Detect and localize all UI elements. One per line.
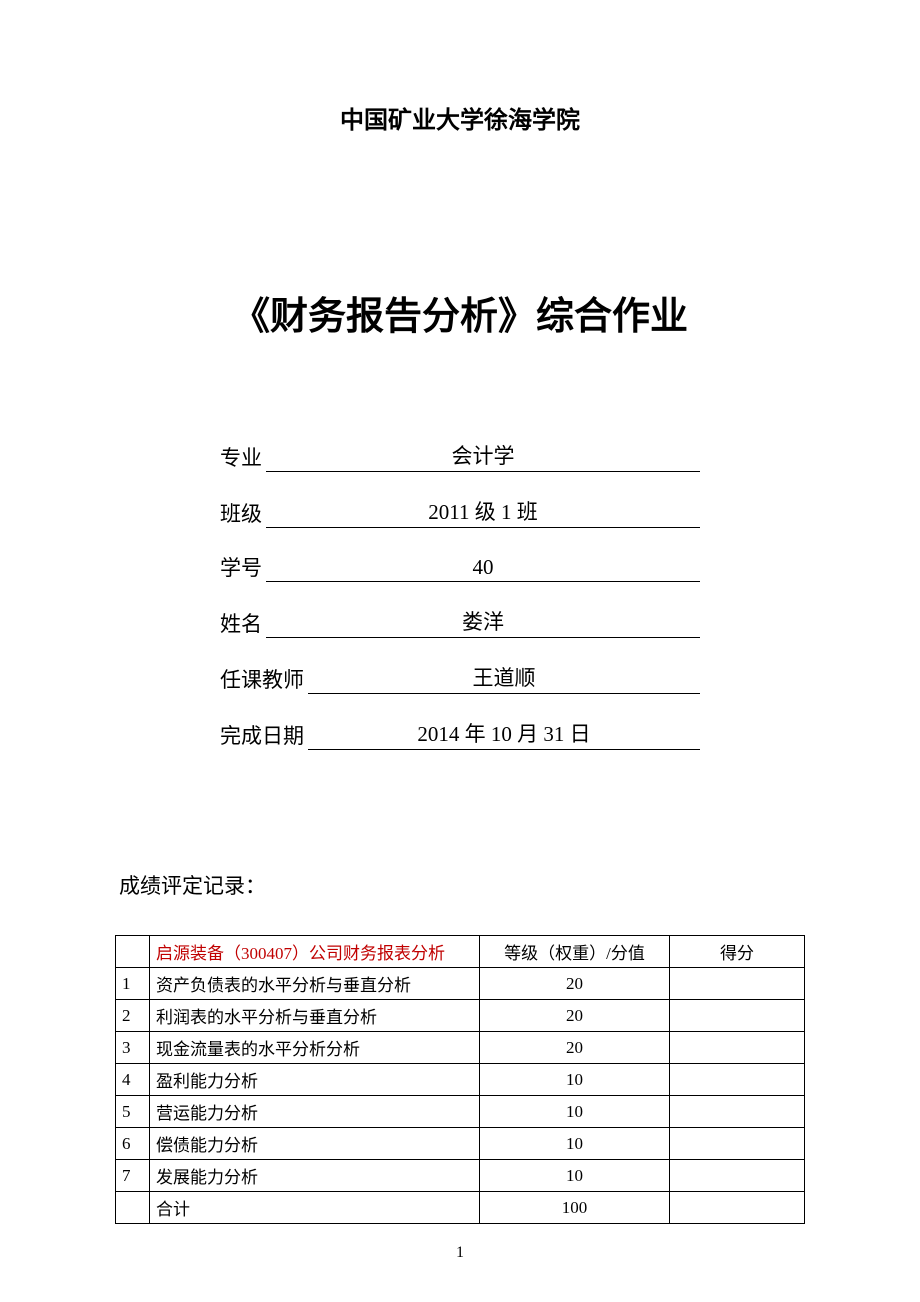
- total-score: [670, 1192, 805, 1224]
- table-row: 1资产负债表的水平分析与垂直分析20: [116, 968, 805, 1000]
- date-value: 2014 年 10 月 31 日: [417, 718, 590, 748]
- row-index: 3: [116, 1032, 150, 1064]
- row-weight: 20: [480, 1032, 670, 1064]
- studentno-value: 40: [473, 555, 494, 580]
- row-index: 5: [116, 1096, 150, 1128]
- row-weight: 20: [480, 968, 670, 1000]
- header-topic: 启源装备（300407）公司财务报表分析: [150, 936, 480, 968]
- row-weight: 10: [480, 1160, 670, 1192]
- table-row: 3现金流量表的水平分析分析20: [116, 1032, 805, 1064]
- page-number: 1: [0, 1244, 920, 1262]
- class-value: 2011 级 1 班: [428, 496, 537, 526]
- row-score: [670, 1096, 805, 1128]
- header-weight: 等级（权重）/分值: [480, 936, 670, 968]
- row-weight: 20: [480, 1000, 670, 1032]
- table-total-row: 合计100: [116, 1192, 805, 1224]
- table-header-row: 启源装备（300407）公司财务报表分析 等级（权重）/分值 得分: [116, 936, 805, 968]
- row-score: [670, 1032, 805, 1064]
- header-blank: [116, 936, 150, 968]
- major-label: 专业: [220, 442, 262, 472]
- info-row-major: 专业 会计学: [220, 440, 700, 472]
- university-name: 中国矿业大学徐海学院: [115, 100, 805, 135]
- info-row-class: 班级 2011 级 1 班: [220, 496, 700, 528]
- row-item: 利润表的水平分析与垂直分析: [150, 1000, 480, 1032]
- grading-table: 启源装备（300407）公司财务报表分析 等级（权重）/分值 得分 1资产负债表…: [115, 935, 805, 1224]
- header-score: 得分: [670, 936, 805, 968]
- document-title: 《财务报告分析》综合作业: [115, 285, 805, 340]
- teacher-value: 王道顺: [473, 662, 536, 692]
- row-score: [670, 1064, 805, 1096]
- row-index: 1: [116, 968, 150, 1000]
- info-row-name: 姓名 娄洋: [220, 606, 700, 638]
- info-row-studentno: 学号 40: [220, 552, 700, 582]
- row-score: [670, 1000, 805, 1032]
- total-label: 合计: [150, 1192, 480, 1224]
- info-row-teacher: 任课教师 王道顺: [220, 662, 700, 694]
- row-item: 发展能力分析: [150, 1160, 480, 1192]
- table-row: 2利润表的水平分析与垂直分析20: [116, 1000, 805, 1032]
- table-row: 6偿债能力分析10: [116, 1128, 805, 1160]
- table-row: 7发展能力分析10: [116, 1160, 805, 1192]
- class-label: 班级: [220, 498, 262, 528]
- major-value: 会计学: [452, 440, 515, 470]
- date-label: 完成日期: [220, 720, 304, 750]
- row-weight: 10: [480, 1096, 670, 1128]
- row-weight: 10: [480, 1064, 670, 1096]
- row-weight: 10: [480, 1128, 670, 1160]
- total-blank: [116, 1192, 150, 1224]
- row-score: [670, 1128, 805, 1160]
- name-label: 姓名: [220, 608, 262, 638]
- row-index: 4: [116, 1064, 150, 1096]
- row-item: 营运能力分析: [150, 1096, 480, 1128]
- name-value: 娄洋: [462, 606, 504, 636]
- row-index: 6: [116, 1128, 150, 1160]
- row-item: 盈利能力分析: [150, 1064, 480, 1096]
- total-weight: 100: [480, 1192, 670, 1224]
- row-score: [670, 968, 805, 1000]
- studentno-label: 学号: [220, 552, 262, 582]
- row-index: 7: [116, 1160, 150, 1192]
- table-row: 4盈利能力分析10: [116, 1064, 805, 1096]
- grading-heading: 成绩评定记录：: [119, 870, 805, 900]
- teacher-label: 任课教师: [220, 664, 304, 694]
- info-row-date: 完成日期 2014 年 10 月 31 日: [220, 718, 700, 750]
- row-score: [670, 1160, 805, 1192]
- row-index: 2: [116, 1000, 150, 1032]
- table-row: 5营运能力分析10: [116, 1096, 805, 1128]
- student-info-block: 专业 会计学 班级 2011 级 1 班 学号 40 姓名 娄洋 任课教师 王道…: [220, 440, 700, 750]
- row-item: 偿债能力分析: [150, 1128, 480, 1160]
- row-item: 现金流量表的水平分析分析: [150, 1032, 480, 1064]
- row-item: 资产负债表的水平分析与垂直分析: [150, 968, 480, 1000]
